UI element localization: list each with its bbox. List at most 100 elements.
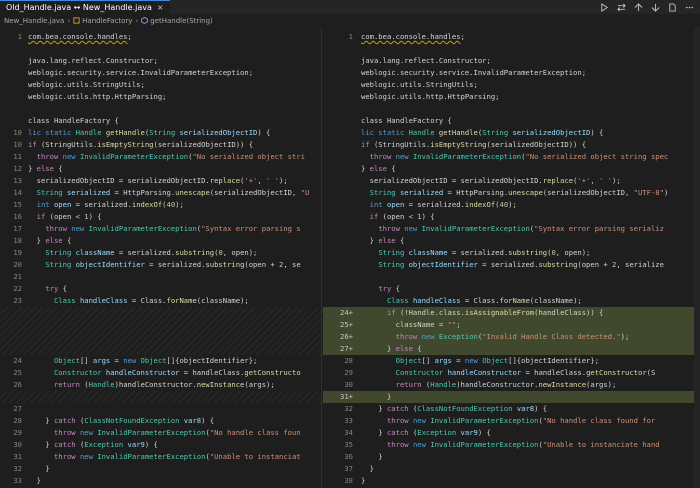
code-token: { xyxy=(417,344,422,353)
added-code-line[interactable]: 25+ className = ""; xyxy=(323,319,700,331)
added-code-line[interactable]: 24+ if (!Handle.class.isAssignableFrom(h… xyxy=(323,307,700,319)
code-line[interactable]: lic static Handle getHandle(String seria… xyxy=(323,127,700,139)
swap-icon[interactable] xyxy=(616,2,626,12)
code-line[interactable]: if (StringUtils.isEmptyString(serialized… xyxy=(323,139,700,151)
code-line[interactable]: 18 } else { xyxy=(0,235,321,247)
code-token: substring xyxy=(538,260,578,269)
code-token: '+' xyxy=(577,176,591,185)
code-token: com.bea.console.handles xyxy=(361,32,461,41)
code-line[interactable]: 23 Class handleClass = Class.forName(cla… xyxy=(0,295,321,307)
code-line[interactable]: weblogic.utils.http.HttpParsing; xyxy=(323,91,700,103)
code-line[interactable]: weblogic.utils.StringUtils; xyxy=(323,79,700,91)
code-line[interactable]: } else { xyxy=(323,163,700,175)
close-icon[interactable]: × xyxy=(157,3,164,12)
code-line[interactable]: 11 throw new InvalidParameterException("… xyxy=(0,151,321,163)
line-number: 29 xyxy=(13,428,22,437)
code-line[interactable]: weblogic.utils.StringUtils; xyxy=(0,79,321,91)
code-line[interactable]: 19 String className = serialized.substri… xyxy=(0,247,321,259)
code-line[interactable]: 28 } catch (ClassNotFoundException var8)… xyxy=(0,415,321,427)
code-line[interactable]: 26 return (Handle)handleConstructor.newI… xyxy=(0,379,321,391)
code-line[interactable]: weblogic.security.service.InvalidParamet… xyxy=(323,67,700,79)
code-line[interactable]: weblogic.security.service.InvalidParamet… xyxy=(0,67,321,79)
code-line[interactable]: throw new InvalidParameterException("No … xyxy=(323,151,700,163)
arrow-down-icon[interactable] xyxy=(650,2,660,12)
code-token: Object xyxy=(140,356,167,365)
code-text: } catch (ClassNotFoundException var8) { xyxy=(28,415,214,427)
code-line[interactable]: 15 int open = serialized.indexOf(40); xyxy=(0,199,321,211)
code-line[interactable]: 33 } xyxy=(0,475,321,487)
code-line[interactable]: 10 if (StringUtils.isEmptyString(serializ… xyxy=(0,139,321,151)
vertical-scrollbar[interactable] xyxy=(694,27,700,488)
code-line[interactable] xyxy=(323,43,700,55)
code-line[interactable]: 34 } catch (Exception var9) { xyxy=(323,427,700,439)
method-icon xyxy=(141,17,149,24)
code-line[interactable]: 35 throw new InvalidParameterException("… xyxy=(323,439,700,451)
code-token: indexOf xyxy=(131,200,163,209)
code-line[interactable]: 29 throw new InvalidParameterException("… xyxy=(0,427,321,439)
code-line[interactable]: 27 xyxy=(0,403,321,415)
code-line[interactable]: 30 } catch (Exception var9) { xyxy=(0,439,321,451)
code-line[interactable]: int open = serialized.indexOf(40); xyxy=(323,199,700,211)
code-line[interactable]: 37 } xyxy=(323,463,700,475)
code-line[interactable]: String objectIdentifier = serialized.sub… xyxy=(323,259,700,271)
original-editor-pane[interactable]: 1 com.bea.console.handles; java.lang.refle… xyxy=(0,27,322,488)
code-line[interactable]: String serialized = HttpParsing.unescape… xyxy=(323,187,700,199)
code-line[interactable]: 1 com.bea.console.handles; xyxy=(0,31,321,43)
code-line[interactable]: 25 Constructor handleConstructor = handl… xyxy=(0,367,321,379)
code-line[interactable]: class HandleFactory { xyxy=(323,115,700,127)
more-icon[interactable] xyxy=(684,2,694,12)
code-line[interactable] xyxy=(0,103,321,115)
added-code-line[interactable]: 26+ throw new Exception("Invalid Handle … xyxy=(323,331,700,343)
code-line[interactable]: 21 xyxy=(0,271,321,283)
code-line[interactable]: serializedObjectID = serializedObjectID.… xyxy=(323,175,700,187)
code-line[interactable]: 16 if (open < 1) { xyxy=(0,211,321,223)
code-line[interactable]: 1 com.bea.console.handles; xyxy=(323,31,700,43)
code-line[interactable]: } else { xyxy=(323,235,700,247)
code-line[interactable]: weblogic.utils.http.HttpParsing; xyxy=(0,91,321,103)
code-token: ) { xyxy=(590,128,604,137)
code-line[interactable]: 17 throw new InvalidParameterException("… xyxy=(0,223,321,235)
breadcrumb-file[interactable]: New_Handle.java xyxy=(4,17,64,25)
code-line[interactable]: 20 String objectIdentifier = serialized.… xyxy=(0,259,321,271)
code-line[interactable]: class HandleFactory { xyxy=(0,115,321,127)
code-line[interactable]: 29 Constructor handleConstructor = handl… xyxy=(323,367,700,379)
code-line[interactable]: Class handleClass = Class.forName(classN… xyxy=(323,295,700,307)
arrow-up-icon[interactable] xyxy=(633,2,643,12)
line-number: 14 xyxy=(13,188,22,197)
code-line[interactable]: 13 serializedObjectID = serializedObject… xyxy=(0,175,321,187)
added-code-line[interactable]: 27+ } else { xyxy=(323,343,700,355)
code-line[interactable] xyxy=(323,271,700,283)
added-code-line[interactable]: 31+ } xyxy=(323,391,700,403)
code-line[interactable]: 14 String serialized = HttpParsing.unesc… xyxy=(0,187,321,199)
code-line[interactable]: try { xyxy=(323,283,700,295)
code-line[interactable]: 24 Object[] args = new Object[]{objectId… xyxy=(0,355,321,367)
code-line[interactable] xyxy=(0,43,321,55)
code-line[interactable]: 38} xyxy=(323,475,700,487)
breadcrumb-class[interactable]: HandleFactory xyxy=(82,17,132,25)
code-line[interactable]: 28 Object[] args = new Object[]{objectId… xyxy=(323,355,700,367)
code-line[interactable]: 36 } xyxy=(323,451,700,463)
code-line[interactable]: 33 throw new InvalidParameterException("… xyxy=(323,415,700,427)
code-line[interactable]: 22 try { xyxy=(0,283,321,295)
code-line[interactable] xyxy=(323,103,700,115)
code-line[interactable]: throw new InvalidParameterException("Syn… xyxy=(323,223,700,235)
code-line[interactable]: 31 throw new InvalidParameterException("… xyxy=(0,451,321,463)
breadcrumb-method[interactable]: getHandle(String) xyxy=(150,17,213,25)
code-line[interactable]: 12} else { xyxy=(0,163,321,175)
open-file-icon[interactable] xyxy=(667,2,677,12)
diff-tab[interactable]: Old_Handle.java ↔ New_Handle.java × xyxy=(0,0,170,14)
code-line[interactable]: 30 return (Handle)handleConstructor.newI… xyxy=(323,379,700,391)
code-line[interactable]: if (open < 1) { xyxy=(323,211,700,223)
modified-editor-pane[interactable]: 1 com.bea.console.handles; java.lang.refle… xyxy=(323,27,700,488)
code-line[interactable]: String className = serialized.substring(… xyxy=(323,247,700,259)
code-line[interactable]: 32 } catch (ClassNotFoundException var8)… xyxy=(323,403,700,415)
code-text: } catch (Exception var9) { xyxy=(28,439,158,451)
run-icon[interactable] xyxy=(599,2,609,12)
chevron-right-icon: › xyxy=(67,16,71,25)
code-token: if xyxy=(28,140,41,149)
code-line[interactable]: 10 lic static Handle getHandle(String ser… xyxy=(0,127,321,139)
code-line[interactable]: java.lang.reflect.Constructor; xyxy=(0,55,321,67)
code-line[interactable]: 32 } xyxy=(0,463,321,475)
code-line[interactable]: java.lang.reflect.Constructor; xyxy=(323,55,700,67)
